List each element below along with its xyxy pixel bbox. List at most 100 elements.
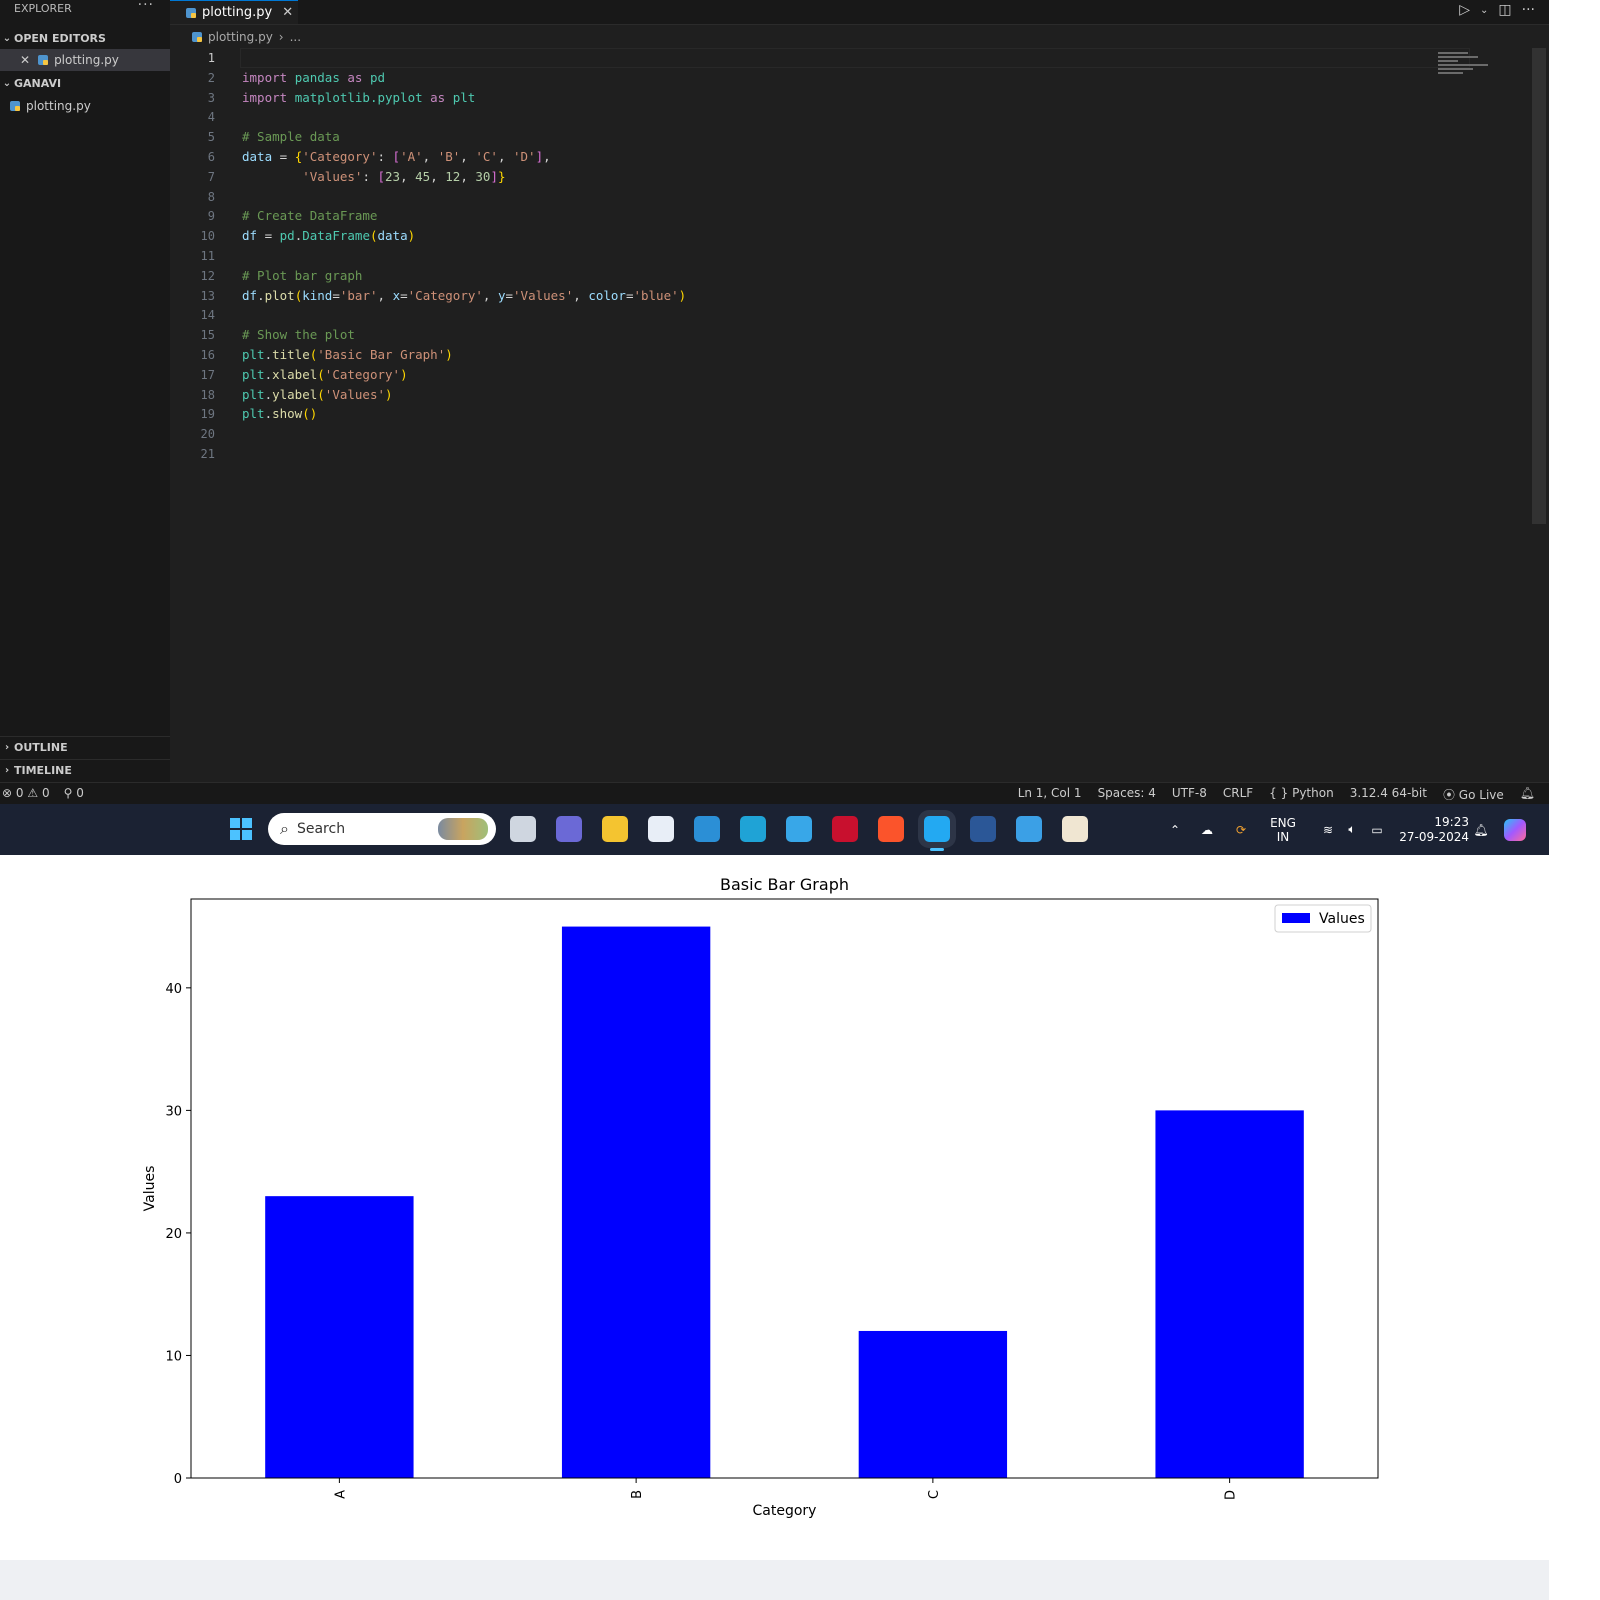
more-actions-icon[interactable]: ··· [1522, 2, 1535, 18]
vscode-window: EXPLORER ··· ⌄ OPEN EDITORS ✕ plotting.p… [0, 0, 1549, 855]
open-editors-header[interactable]: ⌄ OPEN EDITORS [0, 27, 170, 49]
tab-plotting-py[interactable]: plotting.py ✕ [170, 0, 298, 24]
timeline-header[interactable]: › TIMELINE [0, 759, 170, 781]
vscode-icon[interactable] [924, 816, 950, 851]
eol-status[interactable]: CRLF [1223, 786, 1253, 803]
code-token: 'Values' [513, 287, 574, 303]
notes-app-icon[interactable] [694, 816, 720, 842]
mcafee-icon[interactable] [832, 816, 858, 842]
code-token: df [242, 228, 258, 244]
code-token: plt [452, 89, 476, 105]
split-editor-icon[interactable]: ◫ [1498, 2, 1511, 18]
interpreter-status[interactable]: 3.12.4 64-bit [1350, 786, 1427, 803]
code-line[interactable]: df.plot(kind='bar', x='Category', y='Val… [242, 286, 686, 306]
language-status[interactable]: { } Python [1269, 786, 1334, 803]
brave-icon[interactable] [878, 816, 904, 842]
code-line[interactable]: # Create DataFrame [242, 206, 377, 226]
chevron-right-icon: › [4, 742, 10, 753]
word-icon[interactable] [970, 816, 996, 842]
code-token: = [272, 149, 295, 164]
line-number: 17 [200, 367, 215, 382]
open-editor-item[interactable]: ✕ plotting.py [0, 49, 170, 71]
breadcrumb-file[interactable]: plotting.py [208, 30, 273, 44]
x-tick-label: B [630, 1490, 645, 1499]
store-icon[interactable] [648, 816, 674, 842]
code-line[interactable]: import matplotlib.pyplot as plt [242, 88, 475, 108]
clock[interactable]: 19:23 27-09-2024 [1397, 804, 1469, 855]
golive-status[interactable]: ⦿ Go Live [1443, 786, 1504, 803]
paint-icon[interactable] [1016, 816, 1042, 842]
input-language[interactable]: ENG IN [1265, 804, 1301, 855]
code-line[interactable]: import pandas as pd [242, 68, 385, 88]
indentation-status[interactable]: Spaces: 4 [1098, 786, 1156, 803]
outline-header[interactable]: › OUTLINE [0, 736, 170, 758]
chrome-like-icon[interactable] [786, 816, 812, 842]
cursor-position[interactable]: Ln 1, Col 1 [1018, 786, 1082, 803]
notification-bell-icon[interactable]: 🔔︎ [1471, 804, 1491, 855]
windows-start-icon[interactable] [230, 818, 252, 840]
file-explorer-icon[interactable] [602, 816, 628, 842]
code-token: 'Values' [324, 386, 386, 402]
problems-status[interactable]: ⊗ 0 ⚠ 0 [2, 786, 50, 800]
breadcrumb-rest[interactable]: ... [290, 30, 301, 44]
code-line[interactable]: plt.title('Basic Bar Graph') [242, 345, 453, 365]
code-line[interactable]: plt.ylabel('Values') [242, 385, 393, 405]
code-token: } [498, 168, 506, 184]
code-token: plt [242, 386, 265, 402]
volume-icon[interactable]: 🔈︎ [1341, 804, 1363, 855]
bar[interactable] [858, 1330, 1008, 1478]
code-token: [ [377, 168, 386, 184]
run-icon[interactable]: ▷ [1459, 2, 1470, 18]
explorer-sidebar: EXPLORER ··· ⌄ OPEN EDITORS ✕ plotting.p… [0, 0, 170, 785]
code-token: = [332, 287, 340, 303]
status-left: ⊗ 0 ⚠ 0 ⚲ 0 [2, 786, 84, 800]
chevron-down-icon[interactable]: ⌄ [1480, 5, 1488, 18]
file-tree-item[interactable]: plotting.py [0, 95, 170, 117]
onedrive-icon[interactable]: ☁ [1195, 804, 1219, 855]
x-tick-label: C [927, 1490, 942, 1499]
ports-status[interactable]: ⚲ 0 [64, 786, 84, 800]
code-line[interactable]: data = {'Category': ['A', 'B', 'C', 'D']… [242, 147, 551, 167]
code-line[interactable]: # Plot bar graph [242, 266, 362, 286]
code-line[interactable]: # Show the plot [242, 325, 355, 345]
encoding-status[interactable]: UTF-8 [1172, 786, 1207, 803]
explorer-more-icon[interactable]: ··· [138, 0, 154, 13]
code-line[interactable]: plt.xlabel('Category') [242, 365, 408, 385]
teams-icon[interactable] [556, 816, 582, 842]
code-token: , [497, 149, 513, 164]
bar-chart: Basic Bar Graph A B C D 0 10 20 30 40 Category Valu… [142, 875, 1379, 1519]
code-token: 'D' [513, 149, 536, 164]
editor-scrollbar[interactable] [1532, 48, 1546, 524]
code-line[interactable]: df = pd.DataFrame(data) [242, 226, 415, 246]
breadcrumb: plotting.py › ... [170, 26, 1530, 48]
wifi-icon[interactable]: ≋ [1317, 804, 1339, 855]
copilot-icon[interactable] [1501, 804, 1529, 855]
code-line[interactable]: # Sample data [242, 127, 340, 147]
battery-icon[interactable]: ▭ [1365, 804, 1389, 855]
y-axis-label: Values [142, 1166, 158, 1212]
folder-header[interactable]: ⌄ GANAVI [0, 72, 170, 94]
close-icon[interactable]: ✕ [20, 53, 30, 67]
close-icon[interactable]: ✕ [282, 5, 293, 20]
bar[interactable] [561, 926, 711, 1478]
chevron-down-icon: ⌄ [2, 77, 12, 89]
bar[interactable] [265, 1196, 414, 1478]
code-token: ( [317, 386, 325, 402]
code-token: . [264, 406, 273, 422]
code-line[interactable]: 'Values': [23, 45, 12, 30]} [242, 167, 506, 187]
bar[interactable] [1155, 1110, 1304, 1478]
sync-icon[interactable]: ⟳ [1229, 804, 1253, 855]
chevron-up-icon[interactable]: ⌃ [1163, 804, 1187, 855]
code-token: color [588, 287, 626, 303]
minimap[interactable] [1438, 50, 1498, 80]
code-token: 'Values' [302, 168, 363, 184]
code-line[interactable]: plt.show() [242, 404, 317, 424]
pinwheel-app-icon[interactable] [1062, 816, 1088, 842]
code-token: xlabel [272, 366, 318, 382]
notifications-icon[interactable]: 🔔︎ [1520, 786, 1535, 803]
task-view-icon[interactable] [510, 816, 536, 842]
taskbar-search[interactable]: ⌕ Search [268, 813, 496, 845]
code-editor[interactable]: 1 2 import pandas as pd 3 import matplotlib.… [170, 48, 1532, 782]
edge-icon[interactable] [740, 816, 766, 842]
